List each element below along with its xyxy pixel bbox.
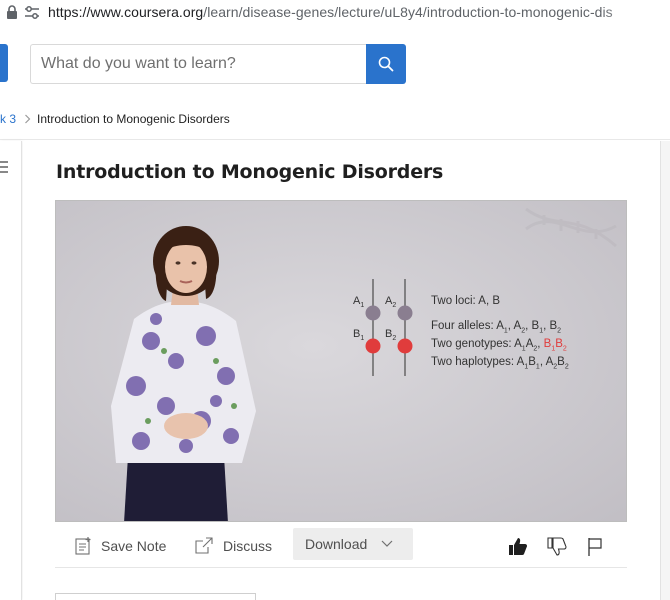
video-player[interactable]: A1 A2 B1 B2 Two loci: A, B Four alleles:… xyxy=(55,200,627,522)
external-link-icon xyxy=(195,537,213,554)
download-dropdown[interactable]: Download xyxy=(293,528,413,560)
lecture-toolbar: Save Note Discuss Download xyxy=(55,522,627,568)
thumbs-up-icon[interactable] xyxy=(508,537,528,556)
slide-text-layer: A1 A2 B1 B2 Two loci: A, B Four alleles:… xyxy=(56,201,626,521)
note-icon xyxy=(75,537,91,555)
url-fade xyxy=(600,0,670,26)
site-settings-icon[interactable] xyxy=(24,6,40,19)
breadcrumb-current: Introduction to Monogenic Disorders xyxy=(37,112,230,126)
thumbs-down-icon[interactable] xyxy=(547,537,567,556)
lock-icon xyxy=(7,5,17,19)
breadcrumb: k 3 Introduction to Monogenic Disorders xyxy=(0,100,670,140)
label-a1: A1 xyxy=(353,295,365,310)
course-outline-pane[interactable] xyxy=(0,141,22,600)
breadcrumb-week-link[interactable]: k 3 xyxy=(0,112,16,126)
right-pane xyxy=(660,141,670,600)
flag-icon[interactable] xyxy=(587,537,603,556)
slide-line-loci: Two loci: A, B xyxy=(431,295,501,307)
save-note-label: Save Note xyxy=(101,538,167,554)
slide-line-haplotypes: Two haplotypes: A1B1, A2B2 xyxy=(431,356,569,371)
slide-line-genotypes: Two genotypes: A1A2, B1B2 xyxy=(431,338,567,353)
lecture-content: Introduction to Monogenic Disorders A1 A… xyxy=(23,141,660,600)
address-bar[interactable]: https://www.coursera.org/learn/disease-g… xyxy=(0,0,670,26)
menu-button[interactable] xyxy=(0,44,8,82)
search-icon xyxy=(378,56,394,72)
url-text[interactable]: https://www.coursera.org/learn/disease-g… xyxy=(48,4,613,20)
menu-lines-icon[interactable] xyxy=(0,160,8,174)
chevron-down-icon xyxy=(381,540,393,547)
download-label: Download xyxy=(305,536,368,552)
discuss-button[interactable]: Discuss xyxy=(195,533,272,559)
label-b1: B1 xyxy=(353,328,365,343)
label-b2: B2 xyxy=(385,328,397,343)
search-bar xyxy=(30,44,406,84)
discuss-label: Discuss xyxy=(223,538,273,554)
save-note-button[interactable]: Save Note xyxy=(75,533,166,559)
slide-line-alleles: Four alleles: A1, A2, B1, B2 xyxy=(431,320,562,335)
search-input[interactable] xyxy=(30,44,366,84)
transcript-box xyxy=(55,593,256,600)
label-a2: A2 xyxy=(385,295,397,310)
search-button[interactable] xyxy=(366,44,406,84)
url-host: https://www.coursera.org xyxy=(48,4,204,20)
site-header xyxy=(0,26,670,100)
page-title: Introduction to Monogenic Disorders xyxy=(56,161,444,183)
url-path: /learn/disease-genes/lecture/uL8y4/intro… xyxy=(203,4,613,20)
chevron-right-icon xyxy=(25,114,31,124)
